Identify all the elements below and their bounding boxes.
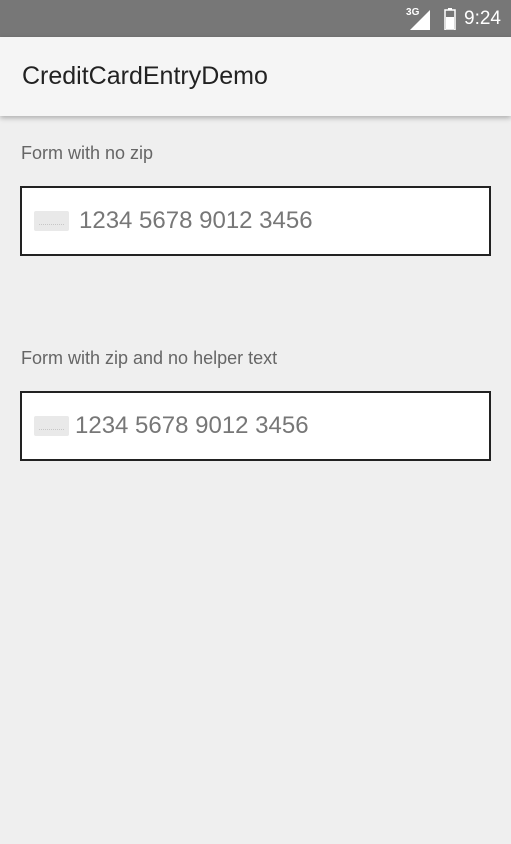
card-number-field-no-zip[interactable] — [20, 186, 491, 256]
app-bar: CreditCardEntryDemo — [0, 37, 511, 116]
status-clock: 9:24 — [464, 7, 501, 29]
status-icons: 3G 9:24 — [406, 0, 501, 37]
credit-card-icon — [34, 416, 69, 436]
form-no-zip-label: Form with no zip — [21, 143, 154, 163]
form-with-zip-label: Form with zip and no helper text — [21, 348, 278, 368]
card-number-input-no-zip[interactable] — [79, 201, 459, 241]
credit-card-icon — [34, 211, 69, 231]
battery-icon — [444, 7, 456, 30]
app-title: CreditCardEntryDemo — [22, 62, 268, 90]
card-number-input-with-zip[interactable] — [75, 406, 455, 446]
status-bar: 3G 9:24 — [0, 0, 511, 37]
card-number-field-with-zip[interactable] — [20, 391, 491, 461]
network-indicator: 3G — [406, 7, 432, 30]
signal-icon — [410, 9, 431, 30]
